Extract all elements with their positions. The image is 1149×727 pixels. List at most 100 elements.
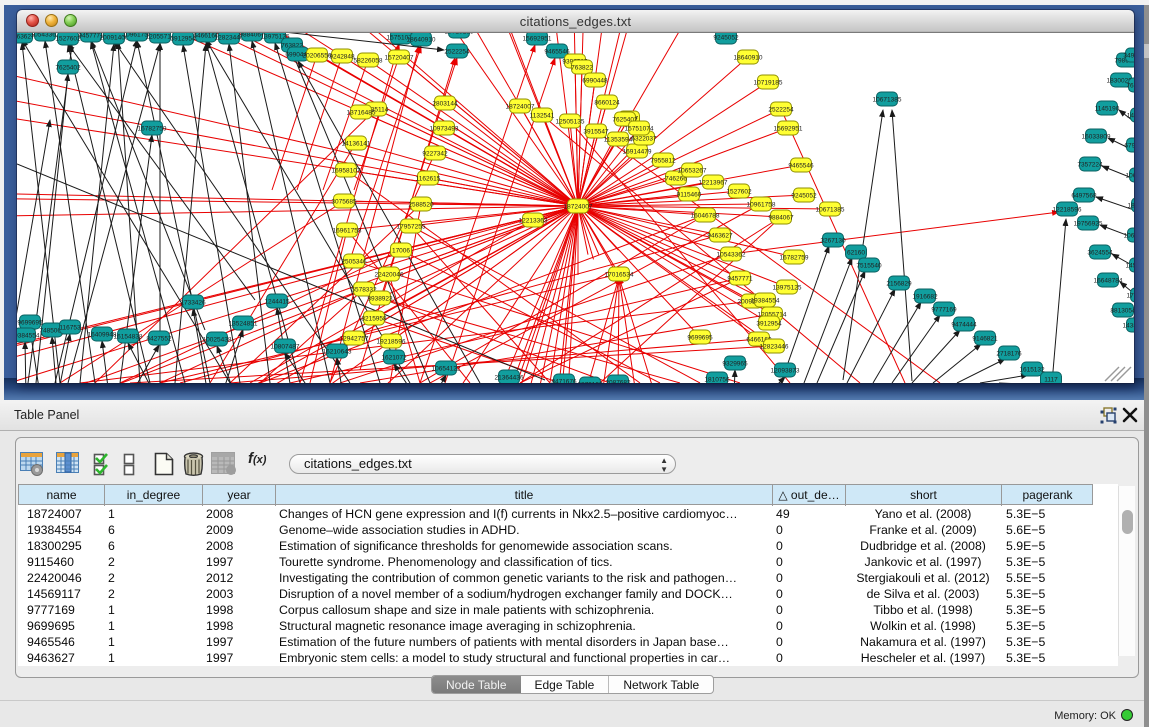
- svg-text:10654122: 10654122: [432, 366, 461, 373]
- svg-text:19218596: 19218596: [377, 339, 406, 346]
- svg-text:10654983: 10654983: [1124, 233, 1134, 240]
- svg-text:18724007: 18724007: [506, 104, 535, 111]
- svg-text:16914479: 16914479: [623, 149, 652, 156]
- svg-text:7515540: 7515540: [856, 263, 882, 270]
- svg-text:15692951: 15692951: [523, 36, 552, 43]
- svg-text:8938923: 8938923: [367, 296, 393, 303]
- svg-text:1527602: 1527602: [55, 36, 81, 43]
- svg-text:16958107: 16958107: [332, 168, 361, 175]
- svg-text:15751074: 15751074: [625, 126, 654, 133]
- svg-text:10688609: 10688609: [1126, 173, 1134, 180]
- svg-text:1132541: 1132541: [530, 113, 555, 120]
- svg-text:16648784: 16648784: [1094, 278, 1123, 285]
- svg-text:16409948: 16409948: [88, 332, 117, 339]
- svg-text:3912954: 3912954: [756, 321, 782, 328]
- svg-text:6379197: 6379197: [577, 382, 603, 384]
- svg-text:2803144: 2803144: [432, 101, 458, 108]
- svg-text:1162615: 1162615: [416, 176, 441, 183]
- svg-text:58226058: 58226058: [354, 58, 383, 65]
- svg-text:2718176: 2718176: [996, 351, 1022, 358]
- svg-text:13716485: 13716485: [347, 110, 376, 117]
- svg-text:18640910: 18640910: [407, 37, 436, 44]
- svg-text:10025438: 10025438: [203, 337, 232, 344]
- svg-text:2087682: 2087682: [605, 380, 631, 384]
- svg-text:9457771: 9457771: [727, 276, 753, 283]
- svg-text:8660124: 8660124: [594, 100, 620, 107]
- svg-text:2522254: 2522254: [444, 49, 470, 56]
- svg-text:19756925: 19756925: [1074, 221, 1103, 228]
- svg-text:9699695: 9699695: [17, 320, 43, 327]
- svg-text:9146821: 9146821: [972, 336, 998, 343]
- svg-text:9699695: 9699695: [687, 335, 713, 342]
- svg-text:2505346: 2505346: [341, 259, 367, 266]
- svg-text:1810756: 1810756: [704, 377, 730, 384]
- svg-text:15692951: 15692951: [774, 126, 803, 133]
- svg-text:10671385: 10671385: [873, 97, 902, 104]
- svg-text:9329965: 9329965: [722, 361, 748, 368]
- svg-text:3267130: 3267130: [820, 238, 846, 245]
- svg-text:16961758: 16961758: [333, 228, 362, 235]
- svg-text:16782759: 16782759: [780, 255, 809, 262]
- svg-text:19384554: 19384554: [17, 333, 40, 340]
- svg-text:7625402: 7625402: [55, 65, 81, 72]
- svg-text:16046788: 16046788: [691, 213, 720, 220]
- svg-text:19384554: 19384554: [751, 298, 780, 305]
- svg-text:9245052: 9245052: [713, 35, 739, 42]
- svg-text:18724007: 18724007: [564, 204, 593, 211]
- svg-text:17006: 17006: [392, 248, 410, 255]
- svg-text:12213967: 12213967: [699, 180, 728, 187]
- svg-text:6794078: 6794078: [1124, 143, 1134, 150]
- svg-text:7955812: 7955812: [650, 158, 676, 165]
- svg-text:8215958: 8215958: [361, 316, 387, 323]
- svg-text:14136141: 14136141: [342, 141, 371, 148]
- svg-text:14383061: 14383061: [1123, 323, 1134, 330]
- svg-text:12218596: 12218596: [1053, 207, 1082, 214]
- svg-text:17957255: 17957255: [397, 224, 426, 231]
- svg-text:12823446: 12823446: [760, 344, 789, 351]
- svg-text:10961758: 10961758: [747, 202, 776, 209]
- svg-text:10807487: 10807487: [271, 344, 300, 351]
- svg-text:3075685: 3075685: [331, 199, 357, 206]
- svg-text:14569117: 14569117: [1127, 113, 1134, 120]
- svg-text:11353594: 11353594: [604, 137, 633, 144]
- svg-text:1117: 1117: [1044, 377, 1058, 384]
- svg-text:16782759: 16782759: [138, 126, 167, 133]
- svg-text:1615132: 1615132: [1019, 367, 1045, 374]
- svg-text:6497568: 6497568: [1071, 193, 1097, 200]
- svg-text:10973493: 10973493: [430, 126, 459, 133]
- svg-text:9777169: 9777169: [931, 307, 957, 314]
- svg-text:3624554: 3624554: [1087, 250, 1113, 257]
- svg-text:116753: 116753: [59, 325, 81, 332]
- svg-text:8471676: 8471676: [551, 379, 577, 384]
- svg-text:9884067: 9884067: [768, 215, 794, 222]
- svg-text:2156829: 2156829: [886, 281, 912, 288]
- svg-text:16154838: 16154838: [114, 334, 143, 341]
- svg-text:17359924: 17359924: [1127, 293, 1134, 300]
- svg-text:14520746: 14520746: [1126, 263, 1134, 270]
- svg-text:2522254: 2522254: [768, 107, 794, 114]
- svg-text:10653267: 10653267: [678, 168, 707, 175]
- svg-text:10543362: 10543362: [717, 252, 746, 259]
- svg-text:16210643: 16210643: [323, 349, 352, 356]
- svg-text:6322037: 6322037: [631, 136, 657, 143]
- svg-text:17016534: 17016534: [605, 272, 634, 279]
- svg-text:10671385: 10671385: [816, 207, 845, 214]
- svg-text:6990448: 6990448: [582, 78, 608, 85]
- svg-text:3498222: 3498222: [1123, 53, 1134, 60]
- svg-text:16033809: 16033809: [1082, 134, 1111, 141]
- svg-text:763822: 763822: [571, 65, 593, 72]
- svg-text:7357224: 7357224: [1077, 162, 1103, 169]
- svg-text:1733426: 1733426: [180, 300, 206, 307]
- svg-text:8813054: 8813054: [1110, 308, 1134, 315]
- svg-text:13975125: 13975125: [773, 285, 802, 292]
- svg-text:1244415: 1244415: [264, 299, 290, 306]
- svg-text:9463627: 9463627: [707, 233, 733, 240]
- svg-text:62160: 62160: [847, 250, 865, 257]
- svg-text:10719185: 10719185: [754, 80, 783, 87]
- svg-text:9227342: 9227342: [422, 151, 448, 158]
- svg-text:9115460: 9115460: [677, 192, 702, 199]
- svg-text:1621072: 1621072: [381, 355, 407, 362]
- svg-text:12093873: 12093873: [771, 368, 800, 375]
- svg-text:9245052: 9245052: [791, 193, 817, 200]
- svg-text:20206556: 20206556: [303, 53, 332, 60]
